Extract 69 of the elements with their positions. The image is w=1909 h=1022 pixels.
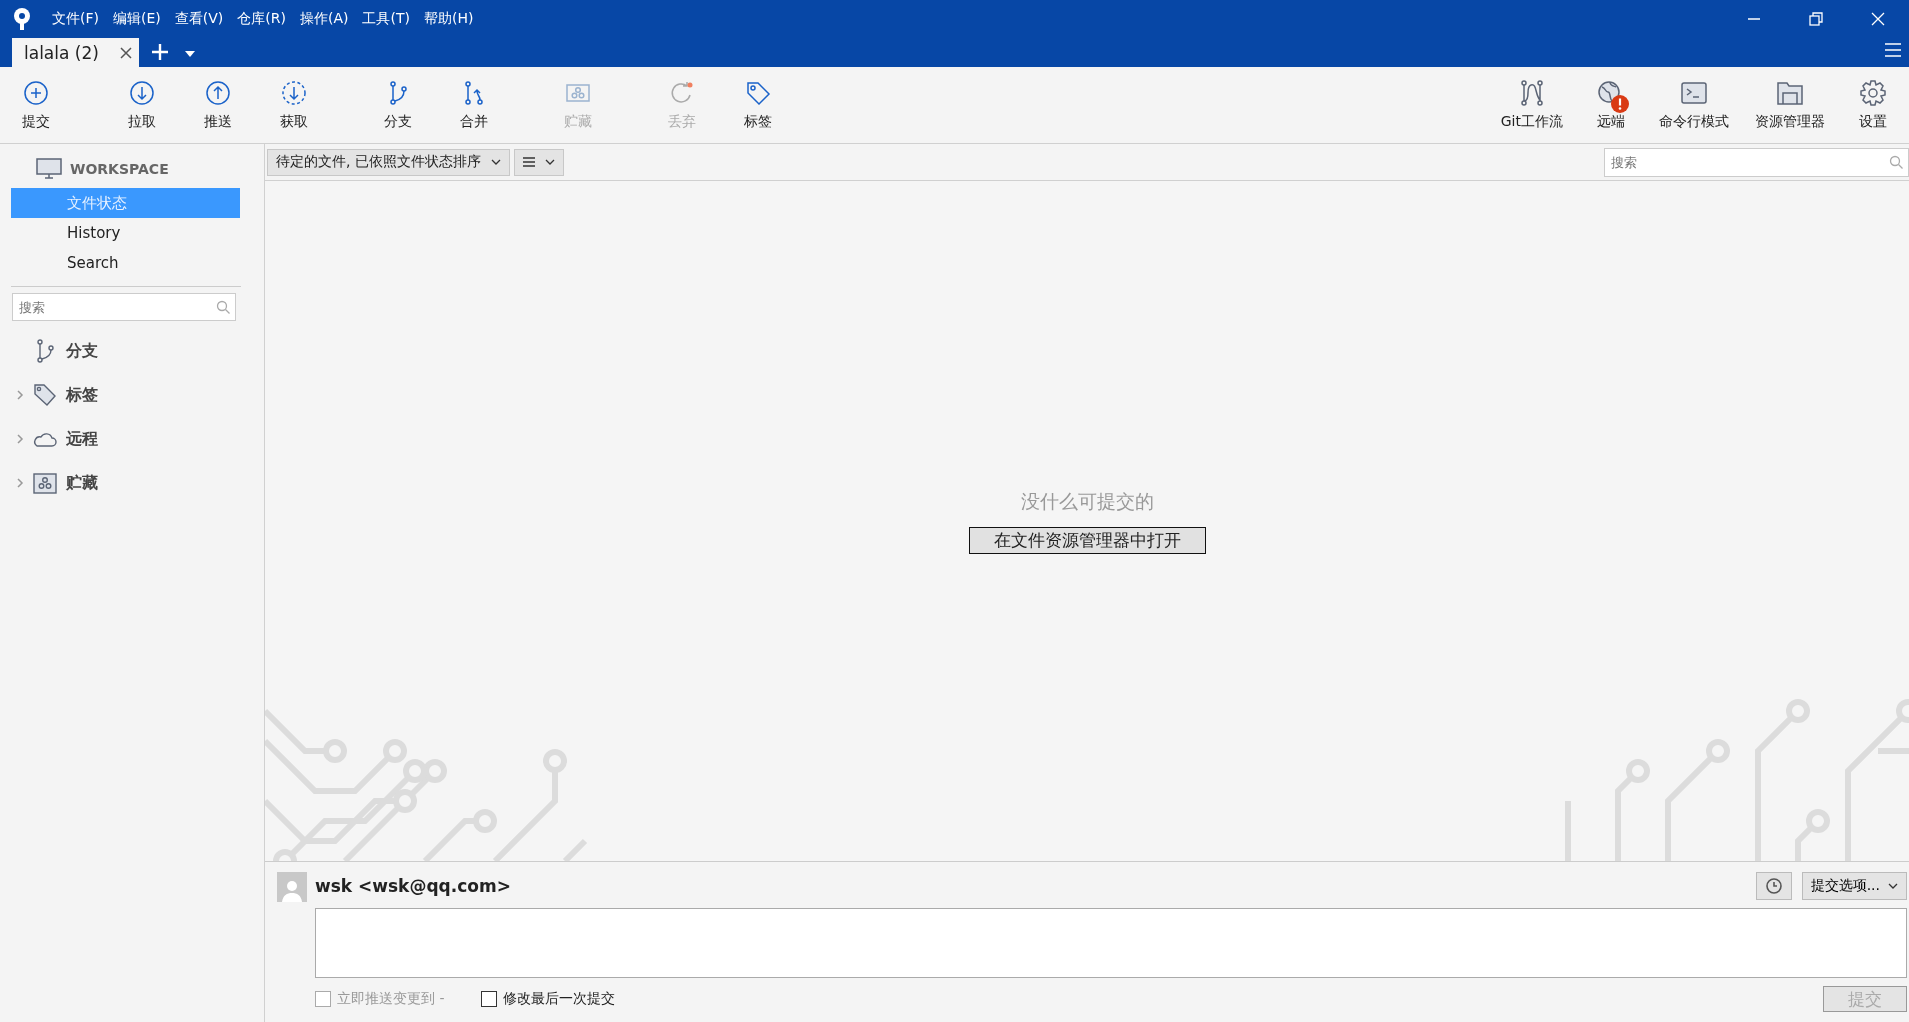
sort-dropdown[interactable]: 待定的文件, 已依照文件状态排序: [267, 148, 510, 176]
toolbar-button[interactable]: 命令行模式: [1653, 75, 1735, 135]
search-icon: [1889, 154, 1903, 169]
tag-icon: [744, 79, 772, 107]
toolbar-button[interactable]: 远端: [1583, 75, 1639, 135]
stash-icon: [32, 471, 58, 495]
toolbar-button[interactable]: 资源管理器: [1749, 75, 1831, 135]
push-icon: [204, 79, 232, 107]
sidebar-item[interactable]: History: [11, 218, 240, 248]
chevron-icon[interactable]: [16, 477, 24, 489]
close-icon[interactable]: [118, 45, 133, 60]
close-icon[interactable]: [1871, 12, 1885, 26]
chevron-icon[interactable]: [16, 433, 24, 445]
workspace-heading: WORKSPACE: [70, 161, 169, 177]
empty-message: 没什么可提交的: [1020, 488, 1154, 514]
add-tab-icon[interactable]: [150, 43, 169, 61]
sidebar-section[interactable]: 远程: [66, 428, 98, 450]
toolbar-button[interactable]: 标签: [730, 75, 786, 135]
sidebar-section[interactable]: 分支: [66, 340, 98, 362]
search-field[interactable]: 搜索: [12, 293, 236, 321]
toolbar-button[interactable]: 提交: [8, 75, 64, 135]
clock-icon: [1764, 877, 1783, 895]
caret-icon[interactable]: [184, 51, 195, 57]
terminal-icon: [1679, 79, 1709, 107]
toolbar-button[interactable]: 获取: [266, 75, 322, 135]
settings-icon: [1858, 79, 1888, 107]
toolbar-button[interactable]: 分支: [370, 75, 426, 135]
sidebar-section[interactable]: 标签: [66, 384, 98, 406]
avatar-icon: [277, 872, 307, 902]
commit-message-field[interactable]: [315, 908, 1907, 978]
sidebar-section[interactable]: 贮藏: [66, 472, 98, 494]
open-in-explorer-button[interactable]: 在文件资源管理器中打开: [968, 526, 1206, 554]
menu-item[interactable]: 查看(V): [174, 10, 224, 28]
view-dropdown[interactable]: [513, 148, 564, 176]
search-icon: [216, 300, 230, 314]
toolbar-button[interactable]: Git工作流: [1494, 75, 1569, 135]
sidebar-item[interactable]: Search: [11, 248, 240, 278]
restore-icon[interactable]: [1809, 12, 1823, 26]
history-button[interactable]: [1755, 872, 1792, 900]
checkbox-label: 立即推送变更到 -: [337, 990, 445, 1008]
menu-icon[interactable]: [1885, 43, 1901, 57]
menu-item[interactable]: 文件(F): [52, 10, 99, 28]
app-logo-icon: [12, 7, 32, 31]
monitor-icon: [36, 158, 62, 180]
menu-item[interactable]: 帮助(H): [423, 10, 474, 28]
toolbar-button[interactable]: 推送: [190, 75, 246, 135]
repo-tab[interactable]: lalala (2): [12, 38, 139, 67]
checkbox[interactable]: [480, 991, 497, 1007]
caret-icon: [1888, 883, 1898, 889]
caret-icon: [544, 159, 555, 165]
toolbar-button[interactable]: 合并: [446, 75, 502, 135]
commit-icon: [22, 79, 50, 107]
checkbox-label: 修改最后一次提交: [502, 990, 615, 1008]
chevron-icon[interactable]: [16, 389, 24, 401]
menu-item[interactable]: 编辑(E): [113, 10, 161, 28]
explorer-icon: [1775, 79, 1805, 107]
menu-item[interactable]: 工具(T): [362, 10, 410, 28]
menu-item[interactable]: 操作(A): [299, 10, 349, 28]
search-field[interactable]: 搜索: [1604, 147, 1909, 177]
pull-icon: [128, 79, 156, 107]
caret-icon: [490, 159, 501, 165]
menu-item[interactable]: 仓库(R): [237, 10, 286, 28]
tag-icon: [32, 383, 58, 407]
toolbar-button[interactable]: 设置: [1845, 75, 1901, 135]
toolbar-button[interactable]: 拉取: [114, 75, 170, 135]
fetch-icon: [280, 79, 308, 107]
list-icon: [522, 157, 535, 167]
author-name: wsk <wsk@qq.com>: [315, 876, 511, 896]
commit-options-dropdown[interactable]: 提交选项...: [1801, 872, 1907, 900]
